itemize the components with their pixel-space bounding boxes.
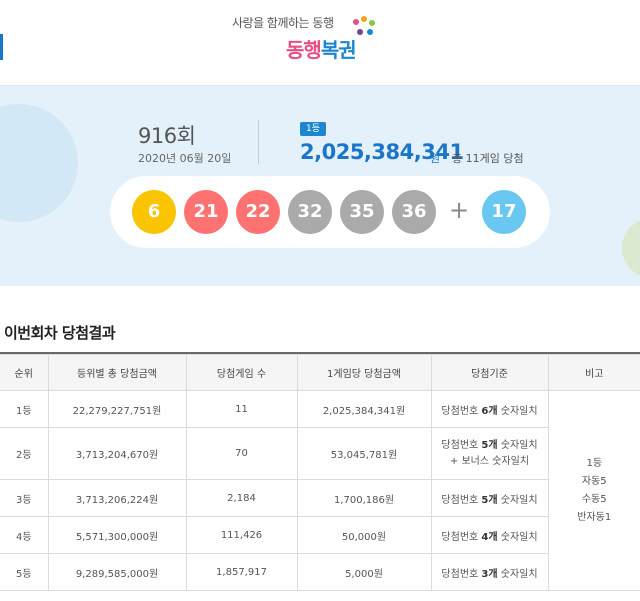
- per-game-prize-cell: 2,025,384,341원: [296, 390, 432, 428]
- column-header: 비고: [547, 354, 640, 391]
- draw-round-number: 916회: [138, 124, 196, 148]
- logo-brand-text: 동행복권: [286, 38, 357, 62]
- rank-cell: 4등: [0, 516, 49, 554]
- winning-ball: 32: [288, 190, 332, 234]
- results-table: 순위 등위별 총 당첨금액 당첨게임 수 1게임당 당첨금액 당첨기준 비고 1…: [0, 354, 640, 591]
- table-header-row: 순위 등위별 총 당첨금액 당첨게임 수 1게임당 당첨금액 당첨기준 비고: [0, 354, 640, 391]
- table-row: 2등 3,713,204,670원 70 53,045,781원 당첨번호 5개…: [0, 427, 640, 480]
- first-prize-badge: 1등: [300, 122, 326, 136]
- rank-cell: 3등: [0, 479, 49, 517]
- winner-count-cell: 111,426: [185, 516, 298, 554]
- decorative-circle: [622, 218, 640, 278]
- column-header: 당첨기준: [430, 354, 549, 391]
- logo-burst-icon: [353, 16, 375, 35]
- table-row: 1등 22,279,227,751원 11 2,025,384,341원 당첨번…: [0, 390, 640, 591]
- header-accent-bar: [0, 34, 3, 60]
- decorative-circle: [0, 104, 78, 222]
- winner-count-cell: 1,857,917: [185, 553, 298, 591]
- section-title: 이번회차 당첨결과: [4, 324, 116, 342]
- per-game-prize-cell: 50,000원: [296, 516, 432, 554]
- rank-cell: 1등: [0, 390, 49, 428]
- per-game-prize-cell: 5,000원: [296, 553, 432, 591]
- winner-count-cell: 70: [185, 427, 298, 480]
- draw-result-panel: 916회 2020년 06월 20일 1등 2,025,384,341 원 총 …: [0, 86, 640, 286]
- plus-sign: +: [449, 196, 470, 224]
- total-prize-cell: 22,279,227,751원: [47, 390, 187, 428]
- logo-tagline: 사랑을 함께하는 동행: [232, 16, 334, 30]
- per-game-prize-cell: 1,700,186원: [296, 479, 432, 517]
- criteria-cell: 당첨번호 5개 숫자일치 + 보너스 숫자일치: [430, 427, 548, 480]
- total-prize-cell: 5,571,300,000원: [47, 516, 187, 554]
- table-row: 3등 3,713,206,224원 2,184 1,700,186원 당첨번호 …: [0, 479, 640, 517]
- table-row: 5등 9,289,585,000원 1,857,917 5,000원 당첨번호 …: [0, 553, 640, 591]
- winning-ball: 6: [132, 190, 176, 234]
- table-row: 4등 5,571,300,000원 111,426 50,000원 당첨번호 4…: [0, 516, 640, 554]
- column-header: 1게임당 당첨금액: [296, 354, 432, 391]
- draw-date: 2020년 06월 20일: [138, 152, 232, 165]
- winning-ball: 21: [184, 190, 228, 234]
- site-logo[interactable]: 사랑을 함께하는 동행 동행복권: [232, 14, 392, 74]
- total-prize-cell: 9,289,585,000원: [47, 553, 187, 591]
- rank-cell: 5등: [0, 553, 49, 591]
- criteria-cell: 당첨번호 5개 숫자일치: [430, 479, 548, 517]
- winning-numbers: 6 21 22 32 35 36 + 17: [110, 176, 550, 248]
- column-header: 등위별 총 당첨금액: [47, 354, 187, 391]
- total-prize-cell: 3,713,206,224원: [47, 479, 187, 517]
- winning-ball: 22: [236, 190, 280, 234]
- winning-ball: 36: [392, 190, 436, 234]
- rank-cell: 2등: [0, 427, 49, 480]
- winners-note: 총 11게임 당첨: [452, 152, 524, 165]
- column-header: 당첨게임 수: [185, 354, 298, 391]
- divider: [258, 120, 259, 164]
- winning-ball: 35: [340, 190, 384, 234]
- per-game-prize-cell: 53,045,781원: [296, 427, 432, 480]
- total-prize-cell: 3,713,204,670원: [47, 427, 187, 480]
- remarks-cell: 1등 자동5 수동5 반자동1: [547, 390, 640, 591]
- site-header: 사랑을 함께하는 동행 동행복권: [0, 0, 640, 86]
- criteria-cell: 당첨번호 3개 숫자일치: [430, 553, 548, 591]
- winner-count-cell: 2,184: [185, 479, 298, 517]
- first-prize-unit: 원: [430, 152, 441, 165]
- criteria-cell: 당첨번호 4개 숫자일치: [430, 516, 548, 554]
- winner-count-cell: 11: [185, 390, 298, 428]
- column-header: 순위: [0, 354, 49, 391]
- criteria-cell: 당첨번호 6개 숫자일치: [430, 390, 549, 428]
- bonus-ball: 17: [482, 190, 526, 234]
